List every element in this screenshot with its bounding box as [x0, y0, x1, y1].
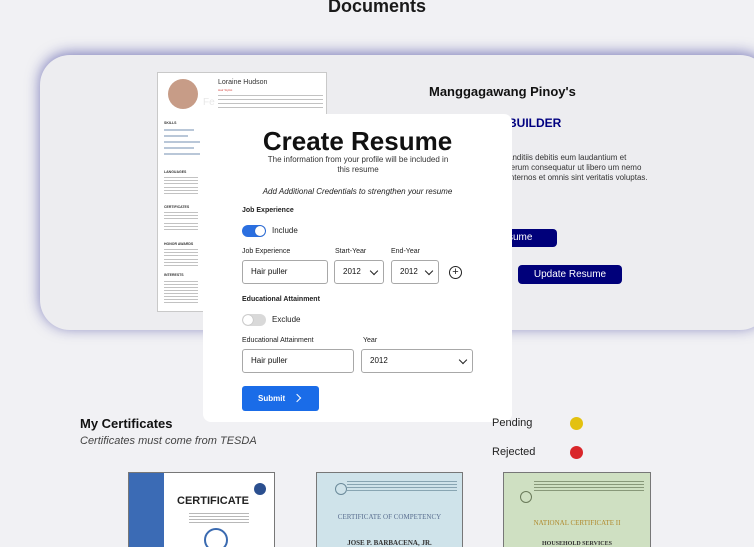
job-experience-toggle[interactable] [242, 225, 266, 237]
education-toggle-label: Exclude [272, 315, 301, 324]
certificate-holder-name: JOSE P. BARBACENA, JR. [347, 539, 432, 547]
certificates-title: My Certificates [80, 416, 173, 431]
legend-pending-label: Pending [492, 417, 533, 429]
pending-dot-icon [570, 417, 583, 430]
submit-label: Submit [258, 394, 286, 403]
certificate-lines [164, 223, 198, 231]
language-lines [164, 177, 198, 185]
certificate-lines [164, 212, 198, 220]
certificate-header-lines [347, 481, 457, 491]
certificate-card[interactable]: NATIONAL CERTIFICATE II HOUSEHOLD SERVIC… [503, 472, 651, 547]
certificate-heading: CERTIFICATE [177, 495, 249, 507]
education-field-label: Educational Attainment [242, 337, 314, 344]
skill-bar [164, 153, 200, 155]
end-year-label: End-Year [391, 248, 420, 255]
certificate-stripe [129, 473, 164, 547]
start-year-select[interactable]: 2012 [334, 260, 384, 284]
skill-bar [164, 129, 194, 131]
modal-info: The information from your profile will b… [267, 155, 449, 174]
modal-title: Create Resume [262, 126, 453, 156]
certificates-subtitle: Certificates must come from TESDA [80, 435, 257, 447]
education-year-value: 2012 [370, 356, 388, 365]
chevron-right-icon [292, 393, 302, 403]
resume-name: Loraine Hudson [218, 79, 268, 86]
add-job-experience-icon[interactable]: + [449, 266, 462, 279]
certificate-header-lines [534, 481, 644, 493]
update-resume-button[interactable]: Update Resume [518, 265, 622, 284]
start-year-label: Start-Year [335, 248, 367, 255]
resume-section-certificates: CERTIFICATES [164, 205, 190, 209]
builder-heading: BUILDER [508, 116, 562, 130]
seal-icon [254, 483, 266, 495]
award-lines [164, 259, 198, 267]
interest-lines [164, 281, 198, 305]
education-section-label: Educational Attainment [242, 296, 320, 303]
brand-title: Manggagawang Pinoy's [429, 84, 576, 99]
skill-bar [164, 147, 194, 149]
certificate-text-lines [189, 513, 249, 523]
language-lines [164, 187, 198, 195]
modal-add-credentials: Add Additional Credentials to strengthen… [262, 187, 453, 196]
rejected-dot-icon [570, 446, 583, 459]
chevron-down-icon [369, 266, 379, 276]
page-title: Documents [327, 0, 426, 16]
education-toggle[interactable] [242, 314, 266, 326]
seal-icon [335, 483, 347, 495]
start-year-value: 2012 [343, 267, 361, 276]
resume-role: Hair Stylist [218, 88, 233, 92]
skill-bar [164, 141, 200, 143]
chevron-down-icon [458, 355, 468, 365]
resume-section-languages: LANGUAGES [164, 170, 187, 174]
submit-button[interactable]: Submit [242, 386, 319, 411]
resume-section-interests: INTERESTS [164, 273, 184, 277]
end-year-value: 2012 [400, 267, 418, 276]
job-experience-section-label: Job Experience [242, 207, 294, 214]
resume-summary-lines [218, 95, 323, 111]
job-experience-input[interactable]: Hair puller [242, 260, 328, 284]
resume-section-honor-awards: HONOR AWARDS [164, 242, 194, 246]
education-year-label: Year [363, 337, 378, 344]
education-year-select[interactable]: 2012 [361, 349, 473, 373]
legend-rejected-label: Rejected [492, 446, 536, 458]
job-experience-toggle-label: Include [272, 226, 298, 235]
seal-icon [520, 491, 532, 503]
builder-description: anditiis debitis eum laudantium et rerum… [508, 153, 648, 182]
toggle-knob [255, 226, 265, 236]
emblem-icon [204, 528, 228, 547]
certificate-qualification: HOUSEHOLD SERVICES [542, 541, 612, 547]
create-resume-modal: Create Resume The information from your … [203, 114, 512, 422]
chevron-down-icon [424, 266, 434, 276]
resume-section-skills: SKILLS [164, 121, 177, 125]
award-lines [164, 249, 198, 257]
resume-watermark: Fe [203, 97, 215, 108]
job-experience-field-label: Job Experience [242, 248, 291, 255]
education-input[interactable]: Hair puller [242, 349, 354, 373]
resume-photo [168, 79, 198, 109]
toggle-knob [243, 315, 253, 325]
end-year-select[interactable]: 2012 [391, 260, 439, 284]
certificate-heading: NATIONAL CERTIFICATE II [533, 519, 621, 527]
certificate-heading: CERTIFICATE OF COMPETENCY [337, 513, 442, 521]
skill-bar [164, 135, 188, 137]
certificate-card[interactable]: CERTIFICATE OF COMPETENCY JOSE P. BARBAC… [316, 472, 463, 547]
certificate-card[interactable]: CERTIFICATE [128, 472, 275, 547]
